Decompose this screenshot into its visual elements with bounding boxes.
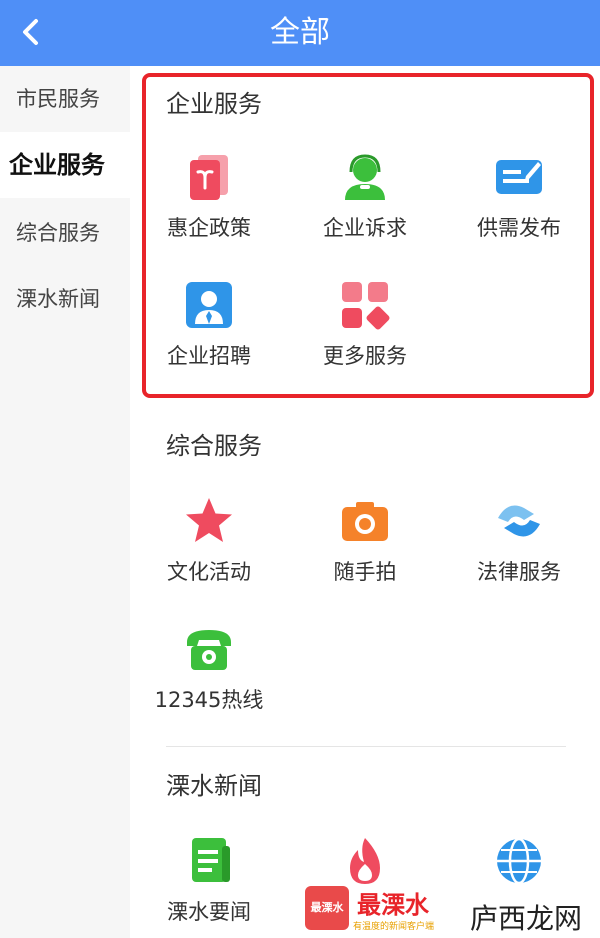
phone-icon bbox=[187, 630, 231, 670]
category-sidebar: 市民服务 企业服务 综合服务 溧水新闻 bbox=[0, 66, 130, 938]
service-item-legal[interactable]: 法律服务 bbox=[454, 496, 584, 616]
section-title-news: 溧水新闻 bbox=[166, 772, 262, 800]
top-nav-bar: 全部 bbox=[0, 0, 600, 66]
handshake-icon bbox=[498, 505, 540, 537]
sidebar-item-citizen-services[interactable]: 市民服务 bbox=[0, 66, 130, 132]
sidebar-item-general-services[interactable]: 综合服务 bbox=[0, 200, 130, 266]
service-item-hotline[interactable]: 12345热线 bbox=[144, 624, 274, 744]
watermark: 最溧水 最溧水 有温度的新闻客户端 庐西龙网 bbox=[305, 883, 600, 938]
flame-icon bbox=[350, 838, 380, 884]
section-title-general: 综合服务 bbox=[166, 432, 262, 460]
service-label: 随手拍 bbox=[333, 560, 397, 584]
star-icon bbox=[186, 498, 232, 542]
watermark-brand: 最溧水 bbox=[357, 891, 429, 919]
service-label: 法律服务 bbox=[477, 560, 561, 584]
app-logo: 最溧水 bbox=[305, 886, 349, 930]
service-item-local-news[interactable]: 溧水要闻 bbox=[144, 836, 274, 938]
highlight-box bbox=[142, 73, 594, 398]
camera-icon bbox=[342, 502, 388, 541]
service-label: 溧水要闻 bbox=[167, 900, 251, 924]
news-doc-icon bbox=[192, 838, 230, 882]
service-label: 文化活动 bbox=[167, 560, 251, 584]
sidebar-item-lishui-news[interactable]: 溧水新闻 bbox=[0, 266, 130, 332]
page-title: 全部 bbox=[270, 15, 330, 50]
service-item-culture[interactable]: 文化活动 bbox=[144, 496, 274, 616]
sidebar-item-enterprise-services[interactable]: 企业服务 bbox=[0, 132, 130, 198]
service-item-snapshot[interactable]: 随手拍 bbox=[300, 496, 430, 616]
watermark-site: 庐西龙网 bbox=[470, 902, 583, 935]
watermark-tagline: 有温度的新闻客户端 bbox=[353, 922, 435, 932]
section-divider bbox=[166, 746, 566, 747]
service-label: 12345热线 bbox=[154, 688, 264, 712]
globe-icon bbox=[497, 837, 541, 885]
